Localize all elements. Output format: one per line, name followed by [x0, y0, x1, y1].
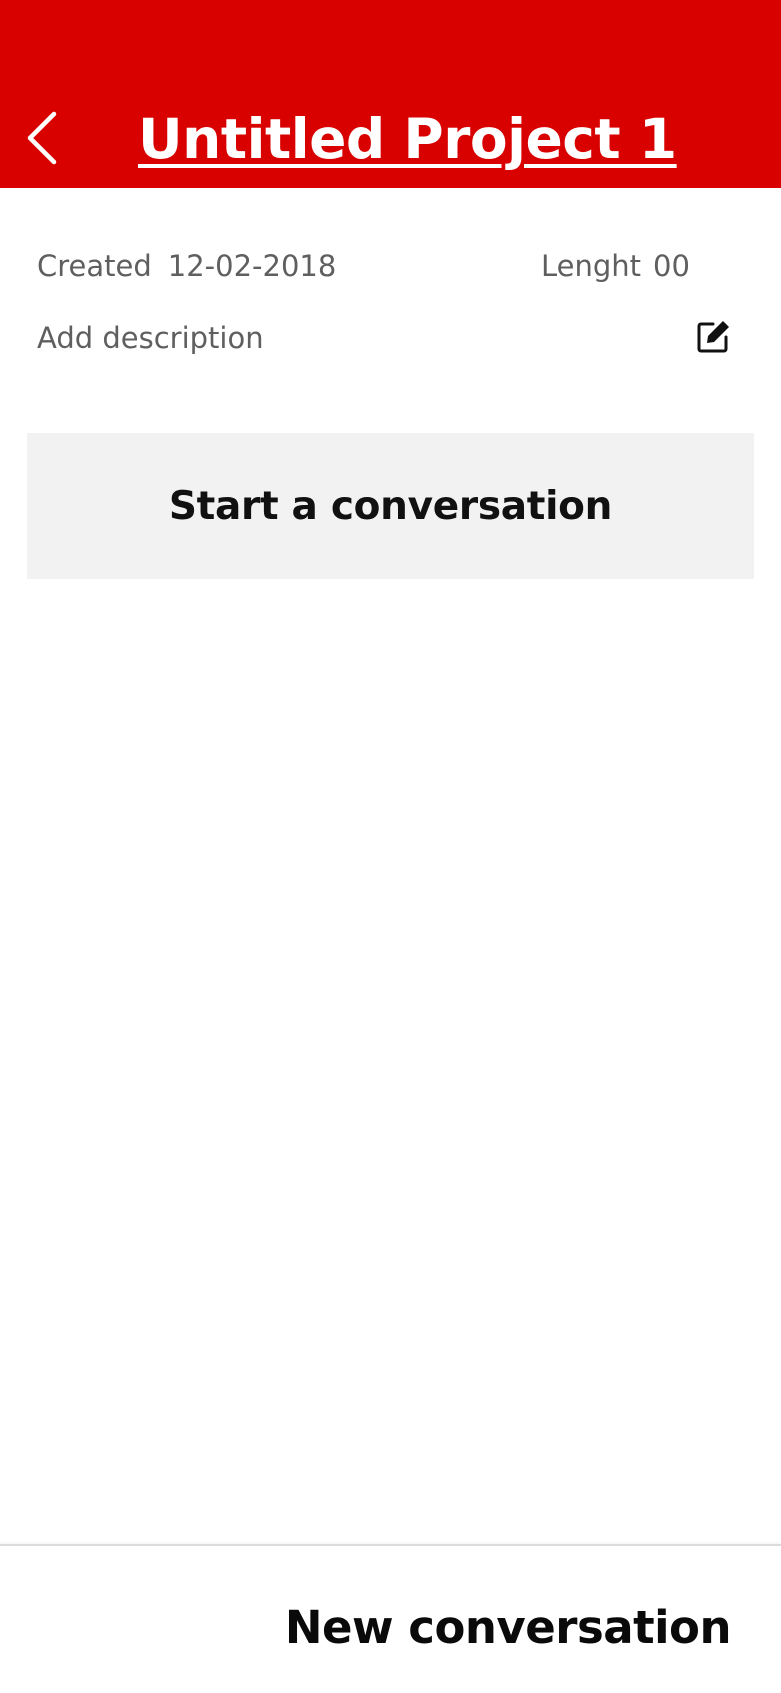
new-conversation-button[interactable]: New conversation	[285, 1598, 732, 1658]
app-header: Untitled Project 1	[0, 0, 781, 188]
created-info: Created 12-02-2018	[37, 244, 336, 288]
add-description[interactable]: Add description	[37, 316, 264, 360]
edit-icon	[697, 321, 729, 353]
bottom-action-bar: New conversation	[0, 1544, 781, 1693]
project-meta: Created 12-02-2018 Lenght 00	[37, 244, 737, 288]
start-conversation-label: Start a conversation	[168, 483, 613, 529]
created-label: Created	[37, 249, 152, 283]
project-title[interactable]: Untitled Project 1	[138, 104, 677, 174]
length-value: 00	[653, 249, 690, 283]
chevron-left-icon	[27, 111, 57, 165]
edit-description-button[interactable]	[696, 318, 732, 354]
length-info: Lenght 00	[541, 244, 690, 288]
created-date: 12-02-2018	[167, 249, 337, 283]
length-label: Lenght	[541, 249, 642, 283]
start-conversation-card[interactable]: Start a conversation	[27, 433, 754, 579]
back-button[interactable]	[22, 108, 70, 168]
